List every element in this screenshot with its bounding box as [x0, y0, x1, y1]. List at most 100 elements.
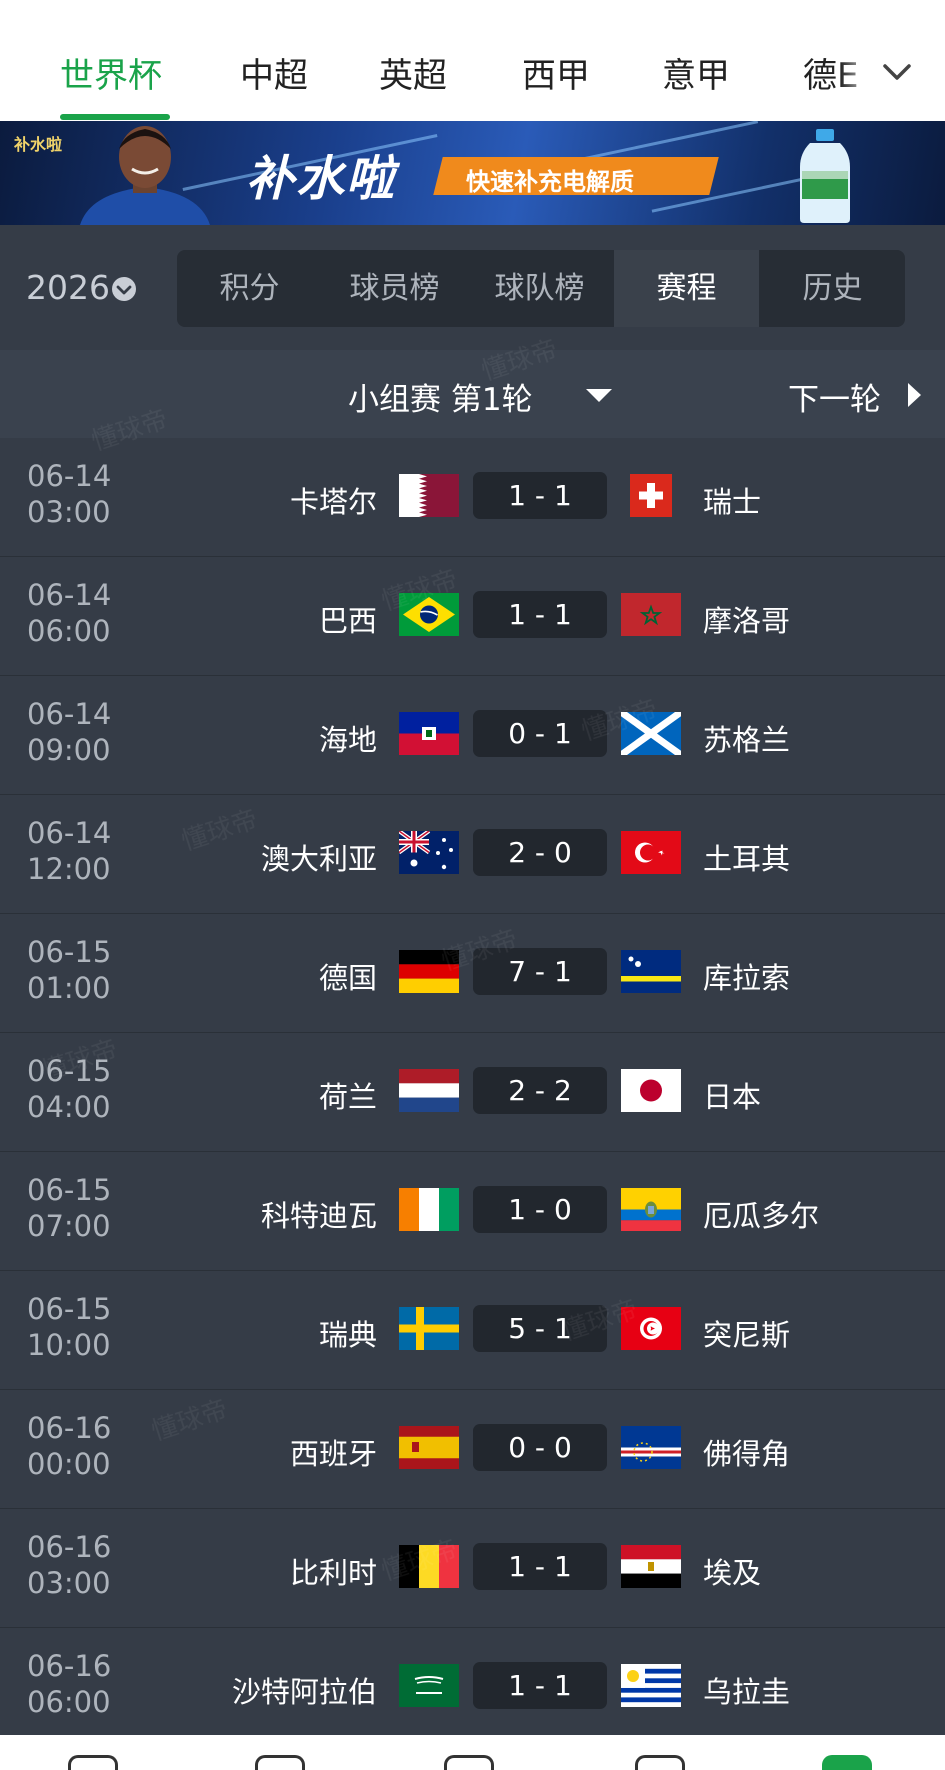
- away-team: 库拉索: [703, 961, 791, 995]
- scotland-flag-icon: [621, 712, 681, 755]
- match-datetime: 06-15 07:00: [27, 1173, 112, 1243]
- home-team: 沙特阿拉伯: [231, 1675, 377, 1709]
- match-datetime: 06-15 01:00: [27, 935, 112, 1005]
- round-selector[interactable]: 小组赛 第1轮: [348, 374, 533, 419]
- next-round-button[interactable]: 下一轮: [788, 374, 881, 419]
- uruguay-flag-icon: [621, 1664, 681, 1707]
- home-team: 巴西: [318, 604, 377, 638]
- chevron-down-icon[interactable]: [880, 55, 914, 89]
- caret-right-icon[interactable]: [908, 383, 921, 407]
- spain-flag-icon: [399, 1426, 459, 1469]
- haiti-flag-icon: [399, 712, 459, 755]
- away-team: 土耳其: [703, 842, 791, 876]
- home-team: 科特迪瓦: [260, 1199, 377, 1233]
- switzerland-flag-icon: [621, 474, 681, 517]
- away-team: 瑞士: [703, 485, 762, 519]
- match-row[interactable]: 06-15 10:00 瑞典 5 - 1 突尼斯: [0, 1271, 945, 1390]
- home-team: 海地: [318, 723, 377, 757]
- away-team: 佛得角: [703, 1437, 791, 1471]
- bottom-nav: [0, 1735, 945, 1770]
- athlete-image: [80, 126, 210, 225]
- tab-la-liga[interactable]: 西甲: [522, 48, 590, 97]
- data-icon[interactable]: [444, 1755, 494, 1770]
- match-score: 1 - 1: [473, 591, 607, 638]
- match-datetime: 06-16 00:00: [27, 1411, 112, 1481]
- netherlands-flag-icon: [399, 1069, 459, 1112]
- match-score: 1 - 1: [473, 1662, 607, 1709]
- away-team: 摩洛哥: [703, 604, 791, 638]
- chevron-down-circle-icon[interactable]: [111, 276, 137, 302]
- away-team: 突尼斯: [703, 1318, 791, 1352]
- match-row[interactable]: 06-14 06:00 巴西 1 - 1 摩洛哥: [0, 557, 945, 676]
- away-team: 厄瓜多尔: [703, 1199, 820, 1233]
- match-score: 0 - 1: [473, 710, 607, 757]
- tab-player-ranking[interactable]: 球员榜: [322, 250, 467, 327]
- match-row[interactable]: 06-16 06:00 沙特阿拉伯 1 - 1 乌拉圭: [0, 1628, 945, 1747]
- tab-history[interactable]: 历史: [760, 250, 905, 327]
- tunisia-flag-icon: [621, 1307, 681, 1350]
- home-team: 瑞典: [318, 1318, 377, 1352]
- egypt-flag-icon: [621, 1545, 681, 1588]
- germany-flag-icon: [399, 950, 459, 993]
- profile-icon[interactable]: [822, 1755, 872, 1770]
- ad-tagline: 快速补充电解质: [466, 168, 634, 196]
- match-datetime: 06-14 03:00: [27, 459, 112, 529]
- ad-brand-logo: 补水啦: [14, 135, 63, 154]
- match-datetime: 06-15 04:00: [27, 1054, 112, 1124]
- match-row[interactable]: 06-14 09:00 海地 0 - 1 苏格兰: [0, 676, 945, 795]
- qatar-flag-icon: [399, 474, 459, 517]
- match-datetime: 06-14 12:00: [27, 816, 112, 886]
- tab-serie-a[interactable]: 意甲: [662, 48, 730, 97]
- match-score: 0 - 0: [473, 1424, 607, 1471]
- match-datetime: 06-16 06:00: [27, 1649, 112, 1719]
- home-icon[interactable]: [68, 1755, 118, 1770]
- match-row[interactable]: 06-16 03:00 比利时 1 - 1 埃及: [0, 1509, 945, 1628]
- match-score: 5 - 1: [473, 1305, 607, 1352]
- match-row[interactable]: 06-14 12:00 澳大利亚 2 - 0 土耳其: [0, 795, 945, 914]
- match-datetime: 06-14 09:00: [27, 697, 112, 767]
- away-team: 埃及: [703, 1556, 762, 1590]
- match-row[interactable]: 06-15 07:00 科特迪瓦 1 - 0 厄瓜多尔: [0, 1152, 945, 1271]
- curacao-flag-icon: [621, 950, 681, 993]
- away-team: 乌拉圭: [703, 1675, 791, 1709]
- ad-title: 补水啦: [246, 151, 397, 207]
- match-score: 1 - 1: [473, 1543, 607, 1590]
- match-icon[interactable]: [255, 1755, 305, 1770]
- ivory-coast-flag-icon: [399, 1188, 459, 1231]
- saudi-arabia-flag-icon: [399, 1664, 459, 1707]
- tab-world-cup[interactable]: 世界杯: [60, 48, 162, 97]
- match-row[interactable]: 06-14 03:00 卡塔尔 1 - 1 瑞士: [0, 438, 945, 557]
- match-score: 2 - 2: [473, 1067, 607, 1114]
- match-score: 7 - 1: [473, 948, 607, 995]
- caret-down-icon[interactable]: [586, 389, 612, 402]
- tab-standings[interactable]: 积分: [177, 250, 322, 327]
- home-team: 荷兰: [318, 1080, 377, 1114]
- australia-flag-icon: [399, 831, 459, 874]
- japan-flag-icon: [621, 1069, 681, 1112]
- match-row[interactable]: 06-16 00:00 西班牙 0 - 0 佛得角: [0, 1390, 945, 1509]
- league-nav: 世界杯 中超 英超 西甲 意甲 德E: [0, 0, 945, 121]
- drink-bottle-image: [800, 129, 850, 223]
- tab-schedule[interactable]: 赛程: [614, 250, 759, 327]
- ad-banner[interactable]: 补水啦 补水啦 快速补充电解质: [0, 121, 945, 225]
- morocco-flag-icon: [621, 593, 681, 636]
- home-team: 比利时: [289, 1556, 377, 1590]
- season-year[interactable]: 2026: [26, 268, 110, 307]
- ecuador-flag-icon: [621, 1188, 681, 1231]
- tab-team-ranking[interactable]: 球队榜: [467, 250, 612, 327]
- match-datetime: 06-15 10:00: [27, 1292, 112, 1362]
- cape-verde-flag-icon: [621, 1426, 681, 1469]
- tab-premier-league[interactable]: 英超: [379, 48, 447, 97]
- away-team: 日本: [703, 1080, 762, 1114]
- match-row[interactable]: 06-15 01:00 德国 7 - 1 库拉索: [0, 914, 945, 1033]
- home-team: 西班牙: [289, 1437, 377, 1471]
- match-score: 1 - 0: [473, 1186, 607, 1233]
- sweden-flag-icon: [399, 1307, 459, 1350]
- away-team: 苏格兰: [703, 723, 791, 757]
- home-team: 德国: [318, 961, 377, 995]
- match-datetime: 06-16 03:00: [27, 1530, 112, 1600]
- tab-csl[interactable]: 中超: [240, 48, 308, 97]
- community-icon[interactable]: [635, 1755, 685, 1770]
- match-row[interactable]: 06-15 04:00 荷兰 2 - 2 日本: [0, 1033, 945, 1152]
- brazil-flag-icon: [399, 593, 459, 636]
